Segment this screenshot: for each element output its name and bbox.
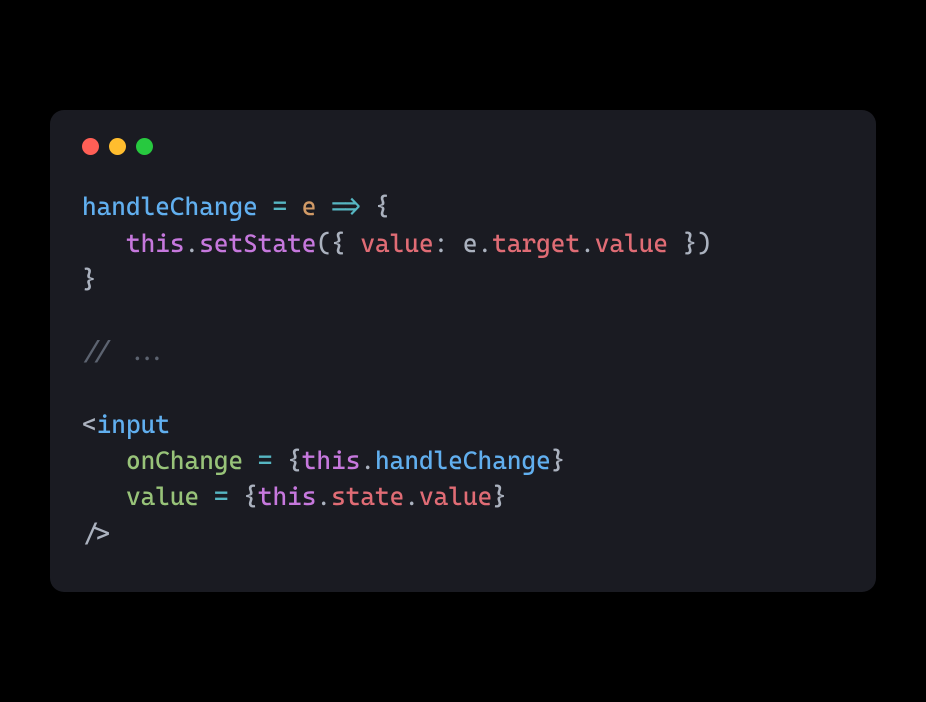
code-token — [82, 446, 126, 475]
code-token — [82, 229, 126, 258]
code-token — [229, 482, 244, 511]
code-token: handleChange — [375, 446, 551, 475]
code-token: = — [214, 482, 229, 511]
code-token: value — [360, 229, 433, 258]
code-token: . — [360, 446, 375, 475]
minimize-icon[interactable] — [109, 138, 126, 155]
code-token: this — [258, 482, 317, 511]
code-token: { — [287, 446, 302, 475]
code-token: . — [580, 229, 595, 258]
code-token — [316, 192, 331, 221]
code-token — [287, 192, 302, 221]
code-token: . — [404, 482, 419, 511]
code-token: { — [375, 192, 390, 221]
code-block: handleChange = e => { this.setState({ va… — [82, 189, 844, 552]
code-token: = — [272, 192, 287, 221]
code-token: } — [492, 482, 507, 511]
code-token: value — [419, 482, 492, 511]
code-token: this — [302, 446, 361, 475]
code-token: } — [82, 265, 97, 294]
code-token: // ... — [82, 337, 170, 366]
maximize-icon[interactable] — [136, 138, 153, 155]
code-token: value — [595, 229, 668, 258]
code-token: < — [82, 410, 97, 439]
code-token — [199, 482, 214, 511]
code-token: { — [243, 482, 258, 511]
code-token: this — [126, 229, 185, 258]
code-token: ( — [316, 229, 331, 258]
code-window: handleChange = e => { this.setState({ va… — [50, 110, 876, 592]
code-token: setState — [199, 229, 316, 258]
code-token: e — [463, 229, 478, 258]
code-token: onChange — [126, 446, 243, 475]
code-token — [360, 192, 375, 221]
code-token: } — [551, 446, 566, 475]
code-token: state — [331, 482, 404, 511]
code-token: handleChange — [82, 192, 258, 221]
code-token: value — [126, 482, 199, 511]
code-token: . — [316, 482, 331, 511]
code-token: . — [478, 229, 493, 258]
code-token — [82, 482, 126, 511]
code-token — [272, 446, 287, 475]
code-token: target — [492, 229, 580, 258]
code-token: : — [434, 229, 463, 258]
code-token: => — [331, 192, 360, 221]
code-token: e — [302, 192, 317, 221]
code-token: . — [185, 229, 200, 258]
code-token: } — [668, 229, 697, 258]
code-token — [258, 192, 273, 221]
code-token: { — [331, 229, 360, 258]
code-token: ) — [697, 229, 712, 258]
code-token: input — [97, 410, 170, 439]
window-titlebar — [82, 138, 844, 155]
code-token: /> — [82, 519, 111, 548]
code-token: = — [258, 446, 273, 475]
close-icon[interactable] — [82, 138, 99, 155]
code-token — [243, 446, 258, 475]
